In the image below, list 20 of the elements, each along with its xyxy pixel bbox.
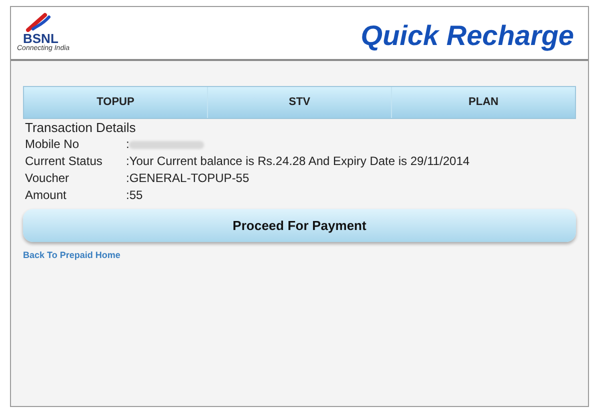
separator: : xyxy=(126,187,130,204)
tab[interactable]: STV xyxy=(207,87,391,118)
tab[interactable]: TOPUP xyxy=(24,87,207,118)
separator: : xyxy=(126,136,130,153)
tab[interactable]: PLAN xyxy=(391,87,575,118)
separator: : xyxy=(126,153,130,170)
satellite-swoosh-icon xyxy=(25,12,51,32)
separator: : xyxy=(126,170,130,187)
logo-name: BSNL xyxy=(23,32,58,46)
detail-label: Voucher xyxy=(25,170,70,187)
back-link[interactable]: Back To Prepaid Home xyxy=(23,249,120,262)
detail-label: Amount xyxy=(25,187,68,204)
detail-label: Mobile No xyxy=(25,136,80,153)
detail-value: GENERAL-TOPUP-55 xyxy=(129,170,250,187)
detail-label: Current Status xyxy=(25,153,104,170)
detail-value: Your Current balance is Rs.24.28 And Expiry Date is 29/11/2014 xyxy=(129,153,470,170)
detail-value: 55 xyxy=(129,187,143,204)
proceed-button[interactable]: Proceed For Payment xyxy=(23,209,576,242)
page-title: Quick Recharge xyxy=(360,19,574,53)
section-title: Transaction Details xyxy=(25,120,137,136)
